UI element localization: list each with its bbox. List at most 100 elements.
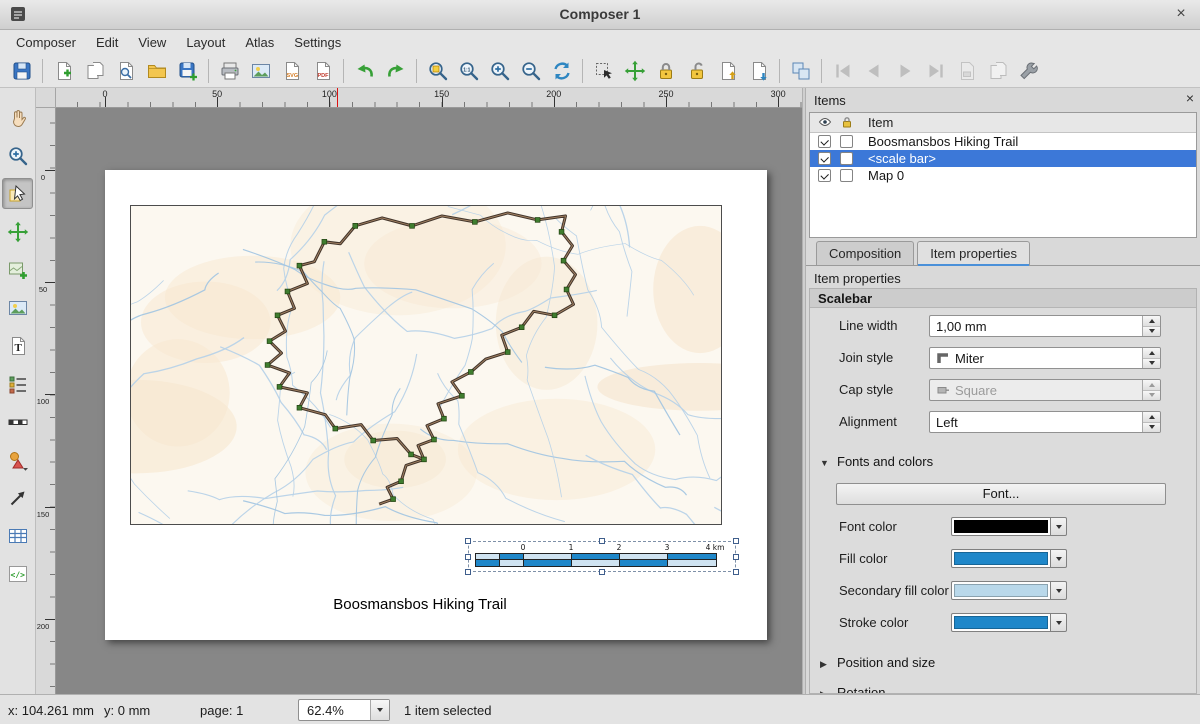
fill-color-swatch-button[interactable] xyxy=(951,549,1051,568)
menu-view[interactable]: View xyxy=(128,32,176,53)
tab-item-properties[interactable]: Item properties xyxy=(917,241,1030,265)
export-atlas-button[interactable] xyxy=(983,56,1012,85)
menu-edit[interactable]: Edit xyxy=(86,32,128,53)
visibility-checkbox[interactable] xyxy=(818,135,831,148)
menu-atlas[interactable]: Atlas xyxy=(235,32,284,53)
export-as-svg-button[interactable]: SVG xyxy=(277,56,306,85)
lock-selected-items-button[interactable] xyxy=(651,56,680,85)
items-row-boosmansbos-hiking-trail[interactable]: Boosmansbos Hiking Trail xyxy=(810,133,1196,150)
alignment-arrows[interactable] xyxy=(1142,412,1160,432)
lock-checkbox[interactable] xyxy=(840,135,853,148)
join-style-arrows[interactable] xyxy=(1142,348,1160,368)
lock-checkbox[interactable] xyxy=(840,169,853,182)
selection-handle[interactable] xyxy=(599,569,605,575)
add-shape-tool-button[interactable] xyxy=(2,444,33,475)
fonts-and-colors-group-header[interactable]: ▼Fonts and colors xyxy=(820,454,933,469)
font-button[interactable]: Font... xyxy=(836,483,1166,505)
visibility-checkbox[interactable] xyxy=(818,169,831,182)
add-legend-tool-button[interactable] xyxy=(2,368,33,399)
undo-button[interactable] xyxy=(350,56,379,85)
paper[interactable]: 01234 km Boosmansbos Hiking Trail xyxy=(105,170,767,640)
atlas-first-feature-button[interactable] xyxy=(828,56,857,85)
items-row-map-0[interactable]: Map 0 xyxy=(810,167,1196,184)
visibility-checkbox[interactable] xyxy=(818,152,831,165)
export-as-pdf-button[interactable]: PDF xyxy=(308,56,337,85)
menu-layout[interactable]: Layout xyxy=(176,32,235,53)
lock-checkbox[interactable] xyxy=(840,152,853,165)
composition-title-label[interactable]: Boosmansbos Hiking Trail xyxy=(333,596,506,613)
fill-color-dropdown-button[interactable] xyxy=(1051,549,1067,568)
menu-composer[interactable]: Composer xyxy=(6,32,86,53)
tab-composition[interactable]: Composition xyxy=(816,241,914,265)
cap-style-combobox[interactable]: Square xyxy=(929,379,1161,401)
add-arrow-tool-button[interactable] xyxy=(2,482,33,513)
selection-handle[interactable] xyxy=(733,538,739,544)
stroke-color-dropdown-button[interactable] xyxy=(1051,613,1067,632)
raise-selected-items-button[interactable] xyxy=(713,56,742,85)
add-image-tool-button[interactable] xyxy=(2,292,33,323)
cap-style-arrows[interactable] xyxy=(1142,380,1160,400)
atlas-last-feature-button[interactable] xyxy=(921,56,950,85)
selection-handle[interactable] xyxy=(465,569,471,575)
refresh-view-button[interactable] xyxy=(547,56,576,85)
items-row-scale-bar[interactable]: <scale bar> xyxy=(810,150,1196,167)
items-panel-close-button[interactable]: × xyxy=(1186,90,1194,106)
zoom-full-button[interactable] xyxy=(423,56,452,85)
pan-tool-button[interactable] xyxy=(2,102,33,133)
add-scalebar-tool-button[interactable] xyxy=(2,406,33,437)
atlas-next-feature-button[interactable] xyxy=(890,56,919,85)
selection-handle[interactable] xyxy=(599,538,605,544)
export-as-image-button[interactable] xyxy=(246,56,275,85)
add-html-tool-button[interactable]: </> xyxy=(2,558,33,589)
map-item[interactable] xyxy=(130,205,722,525)
collapse-arrow-icon: ▼ xyxy=(820,458,830,468)
scalebar-item[interactable]: 01234 km xyxy=(468,541,736,572)
move-item-content-tool-button[interactable] xyxy=(2,216,33,247)
save-as-template-button[interactable] xyxy=(173,56,202,85)
selection-handle[interactable] xyxy=(733,554,739,560)
font-color-dropdown-button[interactable] xyxy=(1051,517,1067,536)
zoom-100-button[interactable]: 1:1 xyxy=(454,56,483,85)
secondary-fill-color-dropdown-button[interactable] xyxy=(1051,581,1067,600)
selection-handle[interactable] xyxy=(465,538,471,544)
add-label-tool-button[interactable]: T xyxy=(2,330,33,361)
menu-settings[interactable]: Settings xyxy=(284,32,351,53)
secondary-fill-color-swatch-button[interactable] xyxy=(951,581,1051,600)
unlock-all-items-button[interactable] xyxy=(682,56,711,85)
print-button[interactable] xyxy=(215,56,244,85)
zoom-dropdown-icon[interactable] xyxy=(370,700,389,720)
selection-handle[interactable] xyxy=(465,554,471,560)
section-rotation[interactable]: ▶Rotation xyxy=(820,685,885,694)
composition-canvas[interactable]: 01234 km Boosmansbos Hiking Trail xyxy=(56,108,802,694)
window-close-button[interactable]: × xyxy=(1170,3,1192,25)
move-item-content-button[interactable] xyxy=(620,56,649,85)
print-atlas-button[interactable] xyxy=(952,56,981,85)
save-project-button[interactable] xyxy=(7,56,36,85)
zoom-out-button[interactable] xyxy=(516,56,545,85)
duplicate-composer-button[interactable] xyxy=(80,56,109,85)
line-width-arrows[interactable] xyxy=(1142,316,1160,336)
line-width-spinbox[interactable]: 1,00 mm xyxy=(929,315,1161,337)
add-attribute-table-tool-button[interactable] xyxy=(2,520,33,551)
join-style-combobox[interactable]: Miter xyxy=(929,347,1161,369)
load-from-template-button[interactable] xyxy=(142,56,171,85)
redo-button[interactable] xyxy=(381,56,410,85)
composer-manager-button[interactable] xyxy=(111,56,140,85)
selection-handle[interactable] xyxy=(733,569,739,575)
section-position-and-size[interactable]: ▶Position and size xyxy=(820,655,935,670)
alignment-combobox[interactable]: Left xyxy=(929,411,1161,433)
zoom-combobox[interactable]: 62.4% xyxy=(298,699,390,721)
select-move-item-button[interactable] xyxy=(589,56,618,85)
font-color-swatch-button[interactable] xyxy=(951,517,1051,536)
group-items-button[interactable] xyxy=(786,56,815,85)
add-new-map-tool-button[interactable] xyxy=(2,254,33,285)
toolbar-separator xyxy=(779,59,780,83)
stroke-color-swatch-button[interactable] xyxy=(951,613,1051,632)
select-move-item-tool-button[interactable] xyxy=(2,178,33,209)
zoom-tool-button[interactable] xyxy=(2,140,33,171)
atlas-previous-feature-button[interactable] xyxy=(859,56,888,85)
lower-selected-items-button[interactable] xyxy=(744,56,773,85)
atlas-settings-button[interactable] xyxy=(1014,56,1043,85)
new-composer-button[interactable] xyxy=(49,56,78,85)
zoom-in-button[interactable] xyxy=(485,56,514,85)
